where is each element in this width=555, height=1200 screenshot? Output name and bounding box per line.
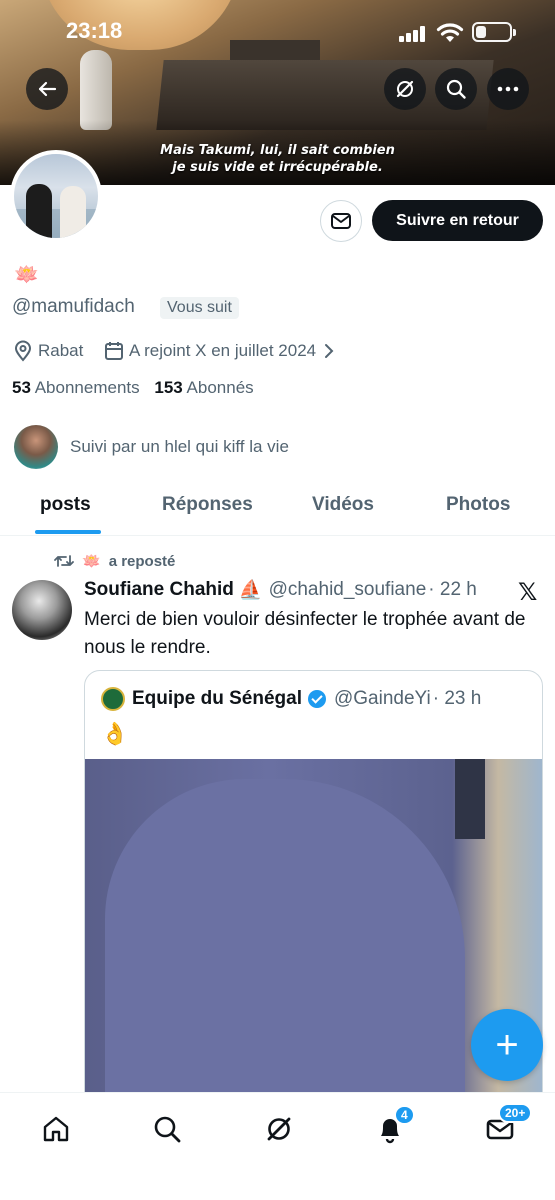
tab-photos[interactable]: Photos <box>446 494 510 516</box>
tweet-time: · 22 h <box>428 579 477 600</box>
tweet-author-avatar[interactable] <box>12 580 72 640</box>
bottom-navigation: 4 20+ <box>0 1092 555 1200</box>
following-label: Abonnements <box>34 378 140 397</box>
quoted-tweet-text: 👌 <box>101 721 129 746</box>
status-time: 23:18 <box>66 18 123 43</box>
x-logo-icon: 𝕏 <box>518 579 538 606</box>
followers-link[interactable]: 153 Abonnés <box>154 378 253 397</box>
search-icon <box>446 79 466 99</box>
profile-handle: @mamufidach <box>12 296 135 317</box>
search-icon <box>154 1116 181 1143</box>
verified-badge-icon <box>307 690 326 708</box>
follower-avatar <box>14 425 58 469</box>
display-name-emoji: 🪷 <box>14 264 39 286</box>
author-emoji: ⛵ <box>238 580 263 601</box>
avatar-figure-1 <box>26 184 52 238</box>
quoted-tweet-header: Equipe du Sénégal @GaindeYi · 23 h <box>101 687 481 711</box>
followers-label: Abonnés <box>186 378 254 397</box>
active-tab-indicator <box>35 530 101 534</box>
media-subject <box>105 779 465 1109</box>
message-button[interactable] <box>320 200 362 242</box>
profile-tabs: posts Réponses Vidéos Photos <box>0 480 555 536</box>
followers-count: 153 <box>154 378 183 397</box>
banner-subtitle-line1: Mais Takumi, lui, il sait combien <box>160 143 395 158</box>
nav-messages[interactable]: 20+ <box>482 1103 533 1147</box>
tweet-header: Soufiane Chahid ⛵ @chahid_soufiane · 22 … <box>84 578 477 602</box>
profile-location: Rabat <box>12 340 83 362</box>
quoted-author-handle: @GaindeYi <box>333 688 431 709</box>
location-text: Rabat <box>38 341 84 360</box>
tweet-text: Merci de bien vouloir désinfecter le tro… <box>84 609 526 658</box>
messages-badge: 20+ <box>498 1103 533 1123</box>
follows-you-badge: Vous suit <box>160 297 239 319</box>
followed-by-text: Suivi par un hlel qui kiff la vie <box>70 437 289 456</box>
joined-text: A rejoint X en juillet 2024 <box>129 341 317 360</box>
nav-home[interactable] <box>38 1111 74 1147</box>
search-button[interactable] <box>435 68 477 110</box>
repost-icon <box>54 555 74 567</box>
quoted-tweet-time: · 23 h <box>432 688 482 709</box>
cellular-signal-icon <box>399 26 429 42</box>
following-count: 53 <box>12 378 31 397</box>
tab-videos[interactable]: Vidéos <box>312 494 374 516</box>
calendar-icon <box>105 342 123 360</box>
followed-by-row[interactable]: Suivi par un hlel qui kiff la vie <box>14 425 289 469</box>
mail-icon <box>331 213 351 229</box>
media-detail <box>455 759 485 839</box>
profile-joined[interactable]: A rejoint X en juillet 2024 <box>104 340 336 362</box>
more-options-button[interactable] <box>487 68 529 110</box>
tweet-author-handle[interactable]: @chahid_soufiane <box>269 579 427 601</box>
follow-back-button[interactable]: Suivre en retour <box>372 200 543 241</box>
quoted-author-name: Equipe du Sénégal <box>132 688 302 709</box>
home-icon <box>43 1116 69 1142</box>
repost-text: a reposté <box>108 552 176 570</box>
back-button[interactable] <box>26 68 68 110</box>
grok-button[interactable] <box>384 68 426 110</box>
grok-icon <box>396 80 414 98</box>
nav-search[interactable] <box>149 1111 185 1147</box>
nav-notifications[interactable]: 4 <box>372 1105 415 1147</box>
profile-avatar[interactable] <box>10 150 102 242</box>
avatar-figure-2 <box>60 186 86 238</box>
nav-grok[interactable] <box>261 1111 297 1147</box>
profile-counts: 53 Abonnements 153 Abonnés <box>12 378 254 398</box>
location-icon <box>14 340 32 362</box>
back-arrow-icon <box>38 81 57 97</box>
notifications-badge: 4 <box>394 1105 415 1125</box>
grok-icon <box>267 1117 291 1141</box>
wifi-icon <box>436 23 464 42</box>
compose-button[interactable]: + <box>471 1009 543 1081</box>
repost-emoji: 🪷 <box>82 553 101 570</box>
tab-replies[interactable]: Réponses <box>162 494 253 516</box>
battery-icon <box>472 22 516 42</box>
quoted-author-avatar <box>101 687 125 711</box>
tab-posts[interactable]: posts <box>40 494 91 516</box>
status-bar: 23:18 <box>0 0 555 64</box>
more-icon <box>497 86 519 92</box>
chevron-right-icon <box>325 344 334 358</box>
following-link[interactable]: 53 Abonnements <box>12 378 140 397</box>
repost-indicator[interactable]: 🪷 a reposté <box>54 552 175 570</box>
tweet-author-name[interactable]: Soufiane Chahid <box>84 579 234 601</box>
